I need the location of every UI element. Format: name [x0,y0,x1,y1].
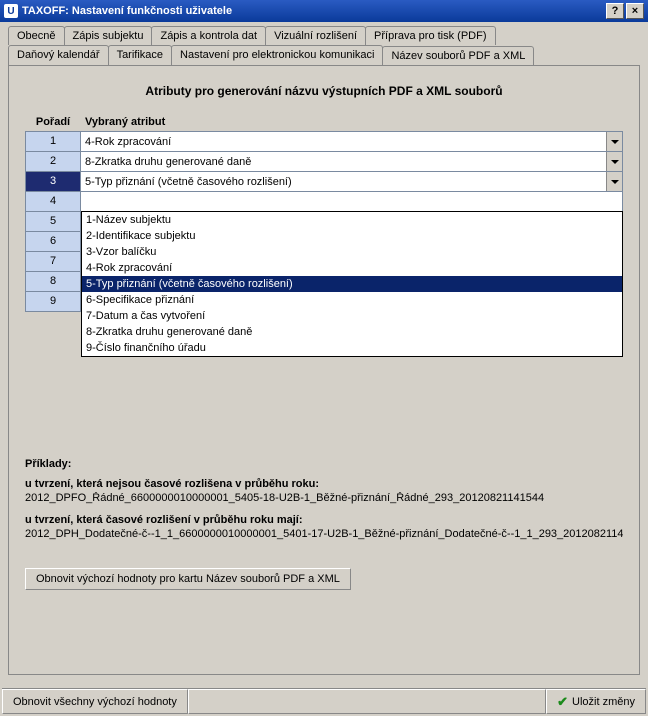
dropdown-item[interactable]: 4-Rok zpracování [82,260,622,276]
tab-p-prava-pro-tisk-pdf-[interactable]: Příprava pro tisk (PDF) [365,26,495,45]
check-icon: ✔ [557,694,568,710]
examples-sub1: u tvrzení, která nejsou časové rozlišena… [25,478,623,490]
close-button[interactable]: × [626,3,644,19]
attribute-grid: 1 4-Rok zpracování 2 8-Zkratka druhu genero… [25,132,623,312]
attribute-cell[interactable] [81,191,623,212]
tab-z-pis-a-kontrola-dat[interactable]: Zápis a kontrola dat [151,26,266,45]
order-cell[interactable]: 8 [25,271,81,292]
save-button[interactable]: ✔ Uložit změny [546,689,646,714]
dropdown-item[interactable]: 3-Vzor balíčku [82,244,622,260]
order-cell[interactable]: 6 [25,231,81,252]
attribute-value: 4-Rok zpracování [85,136,171,148]
dropdown-item[interactable]: 8-Zkratka druhu generované daně [82,324,622,340]
tab-z-pis-subjektu[interactable]: Zápis subjektu [64,26,153,45]
examples-title: Příklady: [25,458,623,470]
tabs-row-1: ObecněZápis subjektuZápis a kontrola dat… [8,26,640,45]
examples-line2: 2012_DPH_Dodatečné-č--1_1_66000000100000… [25,528,623,540]
reset-tab-button[interactable]: Obnovit výchozí hodnoty pro kartu Název … [25,568,351,590]
attribute-value: 5-Typ přiznání (včetně časového rozlišen… [85,176,292,188]
order-cell[interactable]: 3 [25,171,81,192]
examples-sub2: u tvrzení, která časové rozlišení v průb… [25,514,623,526]
examples-section: Příklady: u tvrzení, která nejsou časové… [25,458,623,540]
tab-nastaven-pro-elektronickou-komunikaci[interactable]: Nastavení pro elektronickou komunikaci [171,45,383,65]
tab-vizu-ln-rozli-en-[interactable]: Vizuální rozlišení [265,26,366,45]
attribute-cell[interactable]: 4-Rok zpracování [81,131,623,152]
titlebar: U TAXOFF: Nastavení funkčnosti uživatele… [0,0,648,22]
order-cell[interactable]: 4 [25,191,81,212]
tab-obecn-[interactable]: Obecně [8,26,65,45]
dropdown-item[interactable]: 5-Typ přiznání (včetně časového rozlišen… [82,276,622,292]
app-icon: U [4,4,18,18]
window-body: ObecněZápis subjektuZápis a kontrola dat… [0,22,648,716]
order-cell[interactable]: 9 [25,291,81,312]
attribute-dropdown[interactable]: 1-Název subjektu2-Identifikace subjektu3… [81,211,623,357]
reset-all-button[interactable]: Obnovit všechny výchozí hodnoty [2,689,188,714]
examples-line1: 2012_DPFO_Řádné_6600000010000001_5405-18… [25,492,623,504]
save-label: Uložit změny [572,696,635,708]
pane-heading: Atributy pro generování názvu výstupních… [25,84,623,98]
order-cell[interactable]: 7 [25,251,81,272]
grid-row: 1 4-Rok zpracování [25,132,623,152]
attribute-value: 8-Zkratka druhu generované daně [85,156,251,168]
tab-da-ov-kalend-[interactable]: Daňový kalendář [8,45,109,65]
dropdown-item[interactable]: 2-Identifikace subjektu [82,228,622,244]
tab-pane: Atributy pro generování názvu výstupních… [8,65,640,675]
attribute-cell[interactable]: 5-Typ přiznání (včetně časového rozlišen… [81,171,623,192]
dropdown-item[interactable]: 9-Číslo finančního úřadu [82,340,622,356]
content-area: ObecněZápis subjektuZápis a kontrola dat… [2,22,646,688]
grid-row: 4 [25,192,623,212]
tab-tarifikace[interactable]: Tarifikace [108,45,172,65]
grid-row: 3 5-Typ přiznání (včetně časového rozliše… [25,172,623,192]
col-header-attr: Vybraný atribut [81,116,623,128]
dropdown-item[interactable]: 7-Datum a čas vytvoření [82,308,622,324]
chevron-down-icon[interactable] [606,152,622,171]
tabs-row-2: Daňový kalendářTarifikaceNastavení pro e… [8,45,640,65]
order-cell[interactable]: 5 [25,211,81,232]
chevron-down-icon[interactable] [606,172,622,191]
bottom-bar: Obnovit všechny výchozí hodnoty ✔ Uložit… [2,688,646,714]
dropdown-item[interactable]: 6-Specifikace přiznání [82,292,622,308]
chevron-down-icon[interactable] [606,132,622,151]
col-header-order: Pořadí [25,116,81,128]
order-cell[interactable]: 2 [25,151,81,172]
tab-n-zev-soubor-pdf-a-xml[interactable]: Název souborů PDF a XML [382,46,534,66]
attribute-cell[interactable]: 8-Zkratka druhu generované daně [81,151,623,172]
order-cell[interactable]: 1 [25,131,81,152]
reset-all-label: Obnovit všechny výchozí hodnoty [13,696,177,708]
bottom-spacer [188,689,546,714]
window-title: TAXOFF: Nastavení funkčnosti uživatele [22,5,604,17]
grid-header: Pořadí Vybraný atribut [25,116,623,128]
dropdown-item[interactable]: 1-Název subjektu [82,212,622,228]
help-button[interactable]: ? [606,3,624,19]
grid-row: 2 8-Zkratka druhu generované daně [25,152,623,172]
